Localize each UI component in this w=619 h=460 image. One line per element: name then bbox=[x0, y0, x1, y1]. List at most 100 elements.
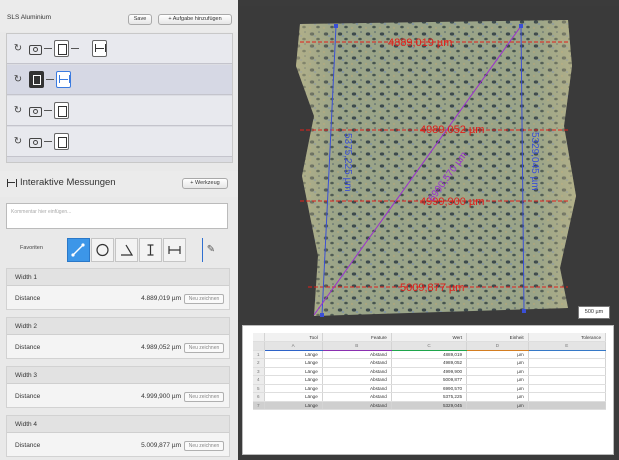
redraw-button[interactable]: Neu zeichnen bbox=[184, 343, 224, 353]
redraw-button[interactable]: Neu zeichnen bbox=[184, 441, 224, 451]
header-index bbox=[253, 333, 265, 342]
cell-wert[interactable]: 5009,877 bbox=[391, 375, 468, 385]
table-row-selected[interactable]: 7 Länge Abstand 5329,045 µm bbox=[253, 401, 607, 410]
measurement-header: Width 3 bbox=[7, 367, 229, 384]
left-panel: SLS Aluminium Save + Aufgabe hinzufügen … bbox=[0, 0, 238, 460]
header-feature[interactable]: Feature bbox=[322, 333, 392, 342]
height-icon[interactable] bbox=[139, 238, 162, 262]
header-einheit[interactable]: Einheit bbox=[466, 333, 529, 342]
measurement-header: Width 4 bbox=[7, 416, 229, 433]
workflow-row-active[interactable]: ↻ bbox=[7, 65, 232, 95]
redraw-button[interactable]: Neu zeichnen bbox=[184, 392, 224, 402]
table-row[interactable]: 4 Länge Abstand 5009,877 µm bbox=[253, 375, 607, 385]
cell-tolerance[interactable] bbox=[528, 384, 607, 393]
cell-feature[interactable]: Abstand bbox=[322, 401, 392, 410]
measurement-key: Distance bbox=[15, 442, 41, 449]
image-viewer[interactable]: 4889,019 µm 4989,052 µm 4999,900 µm 5009… bbox=[238, 6, 619, 322]
camera-icon[interactable] bbox=[27, 102, 42, 119]
line-handle[interactable] bbox=[519, 24, 523, 28]
document-icon[interactable] bbox=[29, 71, 44, 88]
line-handle[interactable] bbox=[320, 313, 324, 317]
width-label-4: 5009,877 µm bbox=[400, 282, 464, 294]
cell-einheit[interactable]: µm bbox=[466, 392, 529, 402]
table-row[interactable]: 2 Länge Abstand 4989,052 µm bbox=[253, 358, 607, 368]
cell-feature[interactable]: Abstand bbox=[322, 367, 392, 376]
cell-tolerance[interactable] bbox=[528, 392, 607, 402]
document-icon[interactable] bbox=[54, 102, 69, 119]
connector bbox=[44, 141, 52, 142]
workflow-row[interactable]: ↻ bbox=[7, 127, 232, 157]
measurement-header: Width 2 bbox=[7, 318, 229, 335]
measurement-card[interactable]: Width 4 Distance 5.009,877 µm Neu zeichn… bbox=[6, 415, 230, 457]
refresh-icon[interactable]: ↻ bbox=[13, 73, 23, 86]
cell-tolerance[interactable] bbox=[528, 401, 607, 410]
cell-tool[interactable]: Länge bbox=[264, 392, 323, 402]
table-row[interactable]: 3 Länge Abstand 4999,900 µm bbox=[253, 367, 607, 376]
cell-wert[interactable]: 4989,052 bbox=[391, 358, 468, 368]
cell-tool[interactable]: Länge bbox=[264, 367, 323, 376]
comment-field[interactable]: Kommentar hier einfügen... bbox=[6, 203, 228, 229]
width-measure-icon[interactable] bbox=[92, 40, 107, 57]
cell-wert[interactable]: 4889,019 bbox=[391, 350, 468, 359]
camera-icon[interactable] bbox=[27, 40, 42, 57]
measurement-card[interactable]: Width 2 Distance 4.989,052 µm Neu zeichn… bbox=[6, 317, 230, 359]
header-tolerance[interactable]: Tolerance bbox=[528, 333, 607, 342]
cell-tool[interactable]: Länge bbox=[264, 401, 323, 410]
refresh-icon[interactable]: ↻ bbox=[13, 104, 23, 117]
table-row[interactable]: 5 Länge Abstand 6990,570 µm bbox=[253, 384, 607, 393]
cell-einheit[interactable]: µm bbox=[466, 350, 529, 359]
add-tool-button[interactable]: + Werkzeug bbox=[182, 178, 228, 189]
workflow-row[interactable]: ↻ bbox=[7, 96, 232, 126]
pencil-icon[interactable]: ✎ bbox=[204, 241, 218, 259]
measurement-card[interactable]: Width 3 Distance 4.999,900 µm Neu zeichn… bbox=[6, 366, 230, 408]
header-tool[interactable]: Tool bbox=[264, 333, 323, 342]
refresh-icon[interactable]: ↻ bbox=[13, 42, 23, 55]
cell-wert[interactable]: 6990,570 bbox=[391, 384, 468, 393]
circle-icon[interactable] bbox=[91, 238, 114, 262]
line-handle[interactable] bbox=[334, 24, 338, 28]
redraw-button[interactable]: Neu zeichnen bbox=[184, 294, 224, 304]
document-icon[interactable] bbox=[54, 40, 69, 57]
cell-einheit[interactable]: µm bbox=[466, 384, 529, 393]
cell-einheit[interactable]: µm bbox=[466, 375, 529, 385]
cell-tolerance[interactable] bbox=[528, 358, 607, 368]
project-title: SLS Aluminium bbox=[7, 14, 52, 21]
diagonal-measure-icon[interactable] bbox=[67, 238, 90, 262]
header-wert[interactable]: Wert bbox=[391, 333, 468, 342]
measurement-value: 4.889,019 µm bbox=[141, 295, 181, 302]
row-index: 4 bbox=[253, 375, 265, 385]
cell-tool[interactable]: Länge bbox=[264, 358, 323, 368]
table-row[interactable]: 1 Länge Abstand 4889,019 µm bbox=[253, 350, 607, 359]
cell-tool[interactable]: Länge bbox=[264, 350, 323, 359]
width-icon[interactable] bbox=[163, 238, 186, 262]
save-button[interactable]: Save bbox=[128, 14, 152, 25]
cell-einheit[interactable]: µm bbox=[466, 367, 529, 376]
angle-icon[interactable] bbox=[115, 238, 138, 262]
cell-einheit[interactable]: µm bbox=[466, 358, 529, 368]
cell-wert[interactable]: 5329,045 bbox=[391, 401, 468, 410]
comment-placeholder: Kommentar hier einfügen... bbox=[11, 209, 72, 215]
cell-einheit[interactable]: µm bbox=[466, 401, 529, 410]
cell-wert[interactable]: 4999,900 bbox=[391, 367, 468, 376]
document-icon[interactable] bbox=[54, 133, 69, 150]
measurement-name: Width 3 bbox=[15, 372, 38, 379]
cell-tolerance[interactable] bbox=[528, 350, 607, 359]
add-task-button[interactable]: + Aufgabe hinzufügen bbox=[158, 14, 232, 25]
cell-feature[interactable]: Abstand bbox=[322, 375, 392, 385]
cell-feature[interactable]: Abstand bbox=[322, 350, 392, 359]
cell-feature[interactable]: Abstand bbox=[322, 392, 392, 402]
width-measure-icon[interactable] bbox=[56, 71, 71, 88]
cell-wert[interactable]: 5375,225 bbox=[391, 392, 468, 402]
cell-feature[interactable]: Abstand bbox=[322, 384, 392, 393]
refresh-icon[interactable]: ↻ bbox=[13, 135, 23, 148]
line-handle[interactable] bbox=[522, 309, 526, 313]
workflow-row[interactable]: ↻ bbox=[7, 34, 232, 64]
measurement-card[interactable]: Width 1 Distance 4.889,019 µm Neu zeichn… bbox=[6, 268, 230, 310]
cell-tolerance[interactable] bbox=[528, 375, 607, 385]
table-row[interactable]: 6 Länge Abstand 5375,225 µm bbox=[253, 392, 607, 402]
cell-tolerance[interactable] bbox=[528, 367, 607, 376]
camera-icon[interactable] bbox=[27, 133, 42, 150]
cell-tool[interactable]: Länge bbox=[264, 384, 323, 393]
cell-tool[interactable]: Länge bbox=[264, 375, 323, 385]
cell-feature[interactable]: Abstand bbox=[322, 358, 392, 368]
